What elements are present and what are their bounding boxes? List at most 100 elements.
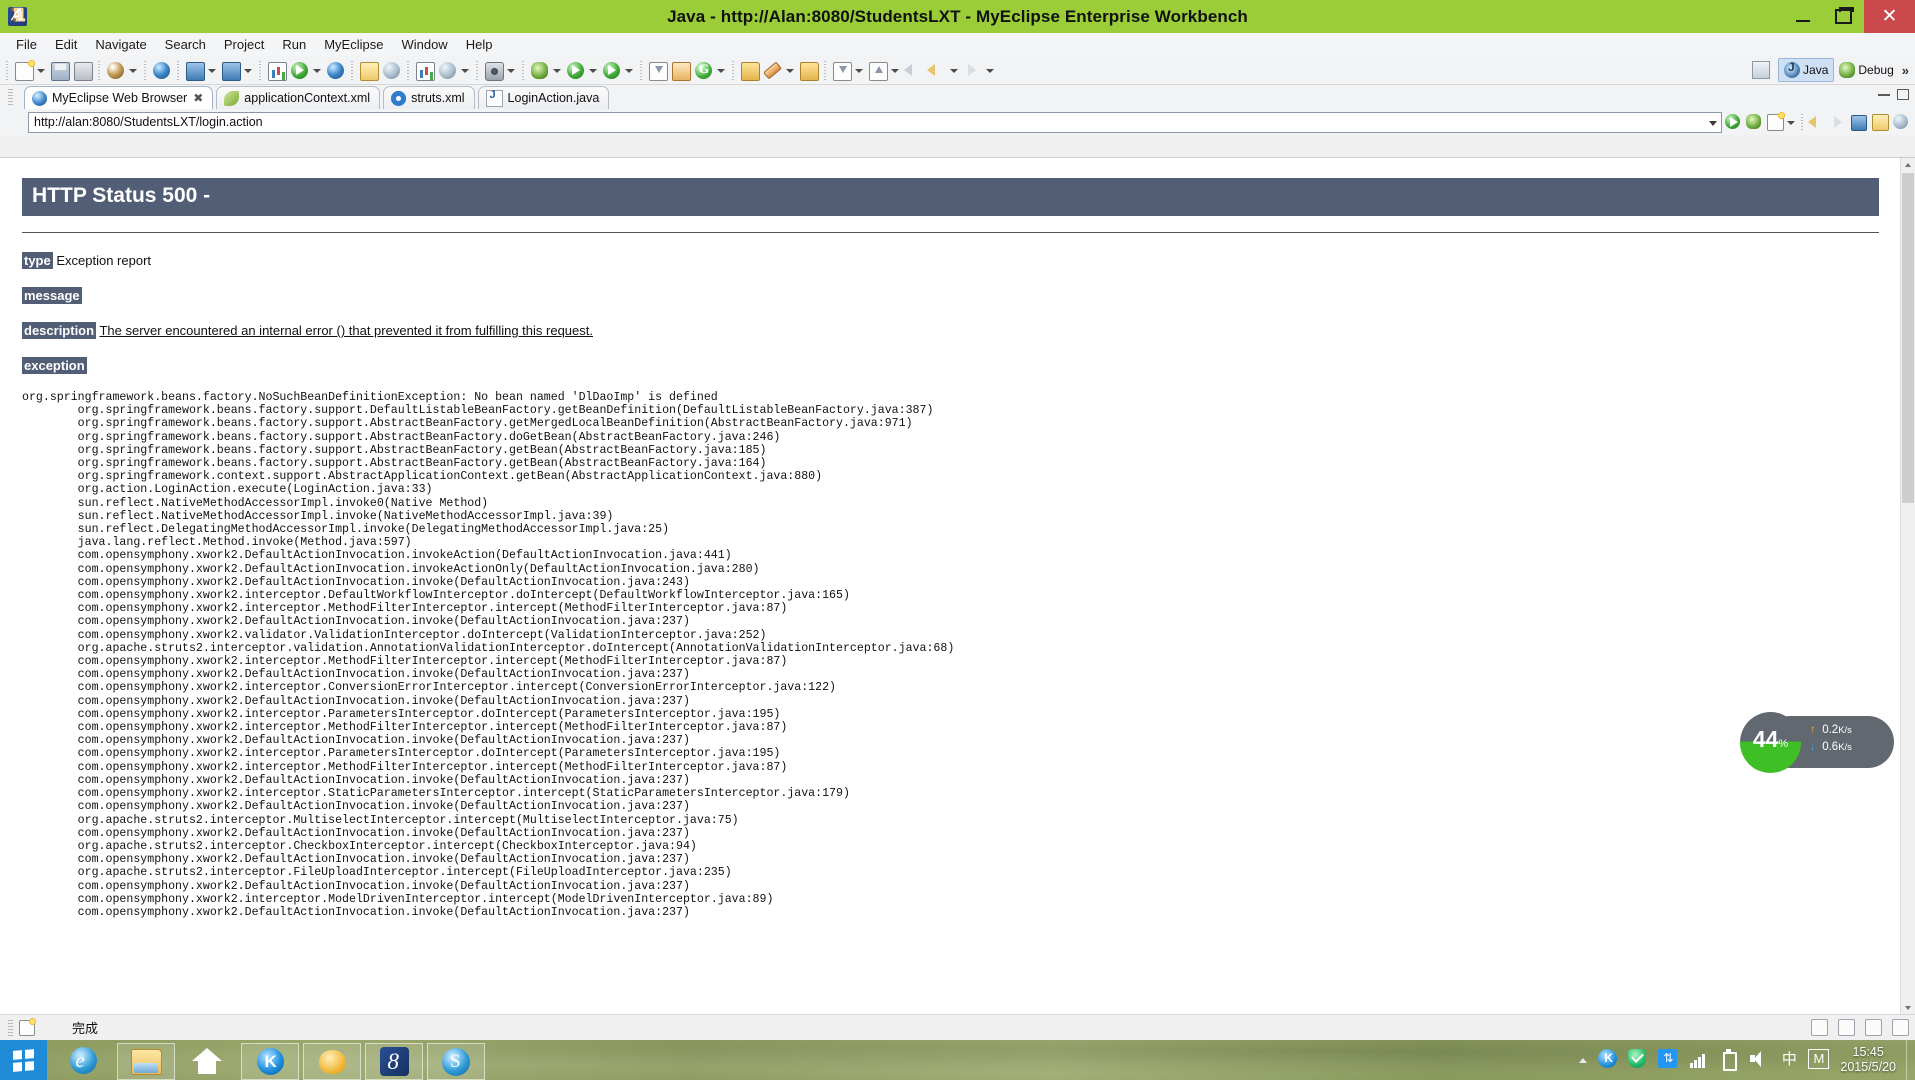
show-desktop-button[interactable]	[1906, 1040, 1915, 1080]
taskbar-sogou[interactable]: S	[427, 1043, 485, 1080]
forward-history-dropdown[interactable]	[984, 60, 995, 80]
netspeed-widget[interactable]: 44% ↑ 0.2K/s ↓ 0.6K/s	[1740, 712, 1898, 773]
open-perspective-button[interactable]	[1747, 59, 1778, 81]
back-history-dropdown[interactable]	[948, 60, 959, 80]
menu-help[interactable]: Help	[457, 35, 502, 54]
web-preview-button[interactable]	[437, 60, 458, 81]
close-button[interactable]: ✕	[1864, 0, 1915, 33]
taskbar-app-orange[interactable]	[303, 1043, 361, 1080]
prev-annotation-button[interactable]	[867, 60, 888, 81]
last-edit-location-button[interactable]	[903, 60, 924, 81]
web-preview-dropdown[interactable]	[459, 60, 470, 80]
stop-button[interactable]	[1849, 112, 1868, 132]
menu-project[interactable]: Project	[215, 35, 273, 54]
tab-applicationcontext-xml[interactable]: applicationContext.xml	[216, 86, 381, 109]
tab-loginaction-java[interactable]: LoginAction.java	[477, 86, 610, 109]
new-class-button[interactable]	[670, 60, 691, 81]
taskbar-explorer[interactable]	[117, 1043, 175, 1080]
tray-ime-chinese-icon[interactable]: 中	[1778, 1049, 1800, 1071]
menu-window[interactable]: Window	[392, 35, 456, 54]
db-browser-button[interactable]	[358, 60, 379, 81]
perspective-debug[interactable]: Debug	[1834, 59, 1898, 81]
page-vertical-scrollbar[interactable]	[1900, 158, 1915, 1015]
search-button[interactable]	[762, 60, 783, 81]
server-config-button[interactable]	[266, 60, 287, 81]
menu-run[interactable]: Run	[273, 35, 315, 54]
smart-insert-icon[interactable]	[1865, 1019, 1882, 1036]
debug-page-button[interactable]	[1744, 112, 1763, 132]
menu-search[interactable]: Search	[156, 35, 215, 54]
url-history-dropdown[interactable]	[1706, 114, 1721, 131]
menu-navigate[interactable]: Navigate	[86, 35, 155, 54]
taskbar-myeclipse[interactable]: 8	[365, 1043, 423, 1080]
run-server-dropdown[interactable]	[311, 60, 322, 80]
address-bar[interactable]	[28, 111, 1722, 133]
taskbar-kingsoft[interactable]: K	[241, 1043, 299, 1080]
new-wizard-dropdown[interactable]	[127, 60, 138, 80]
toolbar-overflow-icon[interactable]: »	[1899, 63, 1912, 78]
generate-dropdown[interactable]	[715, 60, 726, 80]
menu-edit[interactable]: Edit	[46, 35, 86, 54]
external-tools-dropdown[interactable]	[623, 60, 634, 80]
tray-signal-bars-icon[interactable]	[1688, 1049, 1710, 1071]
perspective-java[interactable]: Java	[1778, 58, 1835, 82]
generate-button[interactable]	[693, 60, 714, 81]
deploy-dropdown[interactable]	[206, 60, 217, 80]
undeploy-dropdown[interactable]	[242, 60, 253, 80]
web20-button[interactable]	[151, 60, 172, 81]
back-history-button[interactable]	[926, 60, 947, 81]
run-dropdown[interactable]	[587, 60, 598, 80]
new-wizard-button[interactable]	[105, 60, 126, 81]
minimize-editor-icon[interactable]	[1878, 93, 1890, 96]
refresh-button[interactable]	[1870, 112, 1889, 132]
open-resource-button[interactable]	[798, 60, 819, 81]
scroll-thumb[interactable]	[1902, 173, 1914, 503]
new-file-button[interactable]	[13, 59, 35, 81]
maximize-editor-icon[interactable]	[1897, 89, 1909, 100]
taskbar-ie[interactable]: e	[55, 1043, 111, 1078]
run-server-button[interactable]	[289, 60, 310, 81]
tab-myeclipse-web-browser[interactable]: MyEclipse Web Browser ✖	[24, 86, 214, 109]
new-file-dropdown[interactable]	[35, 60, 46, 80]
url-input[interactable]	[29, 114, 1706, 130]
lock-indicator-icon[interactable]	[1838, 1019, 1855, 1036]
tray-expand-icon[interactable]	[1578, 1049, 1590, 1071]
new-package-button[interactable]	[647, 60, 668, 81]
home-button[interactable]	[1891, 112, 1910, 132]
go-button[interactable]	[1723, 112, 1742, 132]
run-external-tools-button[interactable]	[601, 60, 622, 81]
maximize-button[interactable]	[1823, 0, 1864, 33]
db-connect-button[interactable]	[381, 60, 402, 81]
taskbar-clock[interactable]: 15:45 2015/5/20	[1840, 1045, 1896, 1075]
minimize-button[interactable]	[1782, 0, 1823, 33]
scroll-up-icon[interactable]	[1901, 158, 1915, 172]
print-button[interactable]	[72, 60, 93, 81]
tray-volume-icon[interactable]	[1748, 1049, 1770, 1071]
forward-history-button[interactable]	[962, 60, 983, 81]
editor-indicator-icon[interactable]	[1811, 1019, 1828, 1036]
snapshot-button[interactable]	[483, 60, 504, 81]
next-annotation-dropdown[interactable]	[853, 60, 864, 80]
tray-ime-menu-icon[interactable]: M	[1808, 1049, 1830, 1071]
tray-kingsoft-icon[interactable]: K	[1598, 1049, 1620, 1071]
bookmark-dropdown[interactable]	[1785, 112, 1796, 132]
scroll-down-icon[interactable]	[1901, 1001, 1915, 1015]
heap-status-icon[interactable]	[1892, 1019, 1909, 1036]
open-type-button[interactable]	[739, 60, 760, 81]
debug-button[interactable]	[529, 60, 550, 81]
debug-dropdown[interactable]	[551, 60, 562, 80]
tray-netspeed-icon[interactable]: ⇅	[1658, 1049, 1680, 1071]
undeploy-button[interactable]	[220, 60, 241, 81]
close-icon[interactable]: ✖	[193, 91, 203, 105]
next-annotation-button[interactable]	[831, 60, 852, 81]
prev-annotation-dropdown[interactable]	[889, 60, 900, 80]
save-button[interactable]	[49, 60, 70, 81]
add-bookmark-button[interactable]	[1765, 112, 1785, 132]
open-browser-button[interactable]	[325, 60, 346, 81]
back-button[interactable]	[1807, 112, 1826, 132]
search-dropdown[interactable]	[784, 60, 795, 80]
tray-shield-icon[interactable]	[1628, 1049, 1650, 1071]
report-button[interactable]	[414, 60, 435, 81]
menu-myeclipse[interactable]: MyEclipse	[315, 35, 392, 54]
editor-drag-grip[interactable]	[8, 89, 13, 105]
